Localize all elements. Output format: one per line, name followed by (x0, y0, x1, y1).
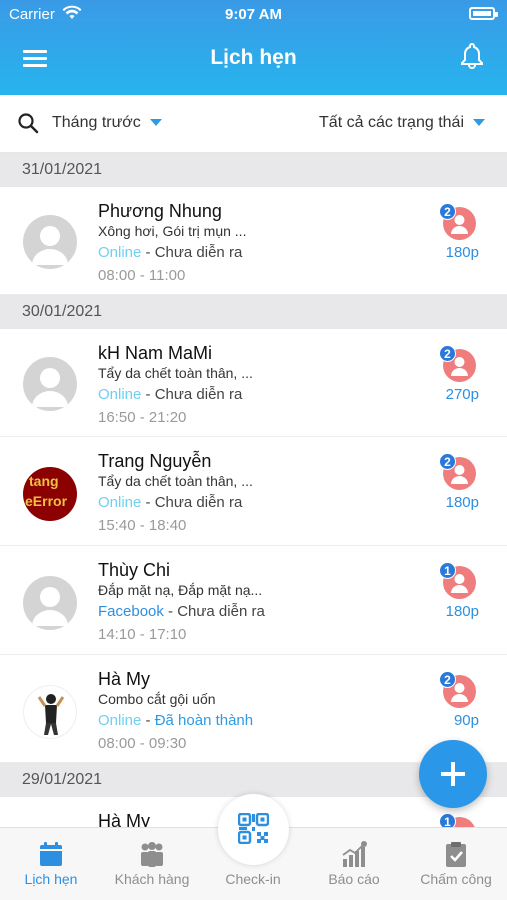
staff-count-badge: 2 (439, 203, 456, 220)
status-bar: Carrier 9:07 AM (0, 0, 507, 28)
customer-name: Phương Nhung (98, 201, 222, 221)
tab-label: Lịch hẹn (24, 871, 78, 887)
service-list: Đắp mặt nạ, Đắp mặt nạ... (98, 582, 263, 598)
duration: 270p (445, 386, 479, 403)
tab-appointments[interactable]: Lịch hẹn (1, 828, 101, 900)
time-range: 15:40 - 18:40 (98, 517, 187, 534)
time-range: 14:10 - 17:10 (98, 626, 187, 643)
status-label: - Chưa diễn ra (163, 603, 265, 620)
chevron-down-icon (149, 119, 162, 127)
tab-customers[interactable]: Khách hàng (102, 828, 202, 900)
date-group-header: 30/01/2021 (0, 295, 507, 329)
chevron-down-icon (473, 119, 485, 127)
status-separator: - (141, 712, 155, 729)
clipboard-check-icon (446, 842, 466, 867)
time-range: 16:50 - 21:20 (98, 409, 187, 426)
avatar (23, 215, 77, 269)
status-filter-label: Tất cả các trạng thái (319, 114, 464, 131)
duration: 180p (445, 494, 479, 511)
duration: 180p (445, 603, 479, 620)
tab-timekeeping[interactable]: Chấm công (406, 828, 506, 900)
source-label: Online (98, 494, 142, 511)
avatar (23, 576, 77, 630)
add-appointment-button[interactable] (419, 740, 487, 808)
customers-icon (141, 842, 163, 867)
service-list: Xông hơi, Gói trị mụn ... (98, 223, 247, 239)
calendar-icon (40, 842, 62, 866)
source-label: Facebook (98, 603, 164, 620)
avatar: tang eError (23, 467, 77, 521)
source-status: Facebook - Chưa diễn ra (98, 603, 265, 620)
source-label: Online (98, 712, 142, 729)
staff-count-badge: 2 (439, 671, 456, 688)
status-label: - Chưa diễn ra (141, 244, 243, 261)
tab-label: Báo cáo (328, 871, 380, 887)
staff-count-badge: 2 (439, 453, 456, 470)
tab-reports[interactable]: Báo cáo (304, 828, 404, 900)
avatar-image-text: eError (25, 493, 68, 509)
avatar (23, 685, 77, 739)
source-label: Online (98, 386, 142, 403)
customer-name: Thùy Chi (98, 560, 171, 580)
tab-label: Chấm công (420, 871, 492, 887)
service-list: Tẩy da chết toàn thân, ... (98, 473, 253, 489)
tab-label: Khách hàng (114, 871, 190, 887)
status-label: - Chưa diễn ra (141, 494, 243, 511)
appointment-row[interactable]: Phương Nhung Xông hơi, Gói trị mụn ... O… (0, 187, 507, 295)
staff-count-badge: 1 (439, 562, 456, 579)
period-label: Tháng trước (52, 114, 141, 131)
customer-name: Hà My (98, 669, 151, 689)
source-status: Online - Chưa diễn ra (98, 386, 242, 403)
duration: 180p (445, 244, 479, 261)
search-icon[interactable] (17, 112, 39, 134)
source-label: Online (98, 244, 142, 261)
service-list: Tẩy da chết toàn thân, ... (98, 365, 253, 381)
battery-icon (469, 7, 498, 20)
appointment-row[interactable]: tang eError Trang Nguyễn Tẩy da chết toà… (0, 437, 507, 546)
appointment-row[interactable]: kH Nam MaMi Tẩy da chết toàn thân, ... O… (0, 329, 507, 437)
avatar-image-text: tang (29, 473, 59, 489)
staff-count-badge: 2 (439, 345, 456, 362)
app-header: Carrier 9:07 AM Lịch hẹn (0, 0, 507, 95)
avatar (23, 357, 77, 411)
time-range: 08:00 - 11:00 (98, 267, 186, 284)
source-status: Online - Đã hoàn thành (98, 712, 253, 729)
filter-bar: Tháng trước Tất cả các trạng thái (0, 95, 507, 153)
period-dropdown[interactable]: Tháng trước (52, 114, 162, 132)
service-list: Combo cắt gội uốn (98, 691, 216, 707)
status-label: Đã hoàn thành (154, 712, 254, 729)
tab-label: Check-in (225, 871, 281, 887)
page-title: Lịch hẹn (210, 46, 297, 69)
qr-icon (238, 813, 269, 844)
clock: 9:07 AM (225, 6, 282, 23)
status-dropdown[interactable]: Tất cả các trạng thái (319, 114, 485, 132)
customer-name: Trang Nguyễn (98, 451, 212, 471)
status-label: - Chưa diễn ra (141, 386, 243, 403)
duration: 90p (453, 712, 479, 729)
chart-icon (342, 841, 367, 867)
bell-icon[interactable] (459, 42, 485, 70)
appointment-row[interactable]: Thùy Chi Đắp mặt nạ, Đắp mặt nạ... Faceb… (0, 546, 507, 655)
source-status: Online - Chưa diễn ra (98, 244, 242, 261)
checkin-button[interactable] (218, 794, 289, 865)
customer-name: kH Nam MaMi (98, 343, 213, 363)
time-range: 08:00 - 09:30 (98, 735, 187, 752)
source-status: Online - Chưa diễn ra (98, 494, 242, 511)
date-group-header: 31/01/2021 (0, 153, 507, 187)
